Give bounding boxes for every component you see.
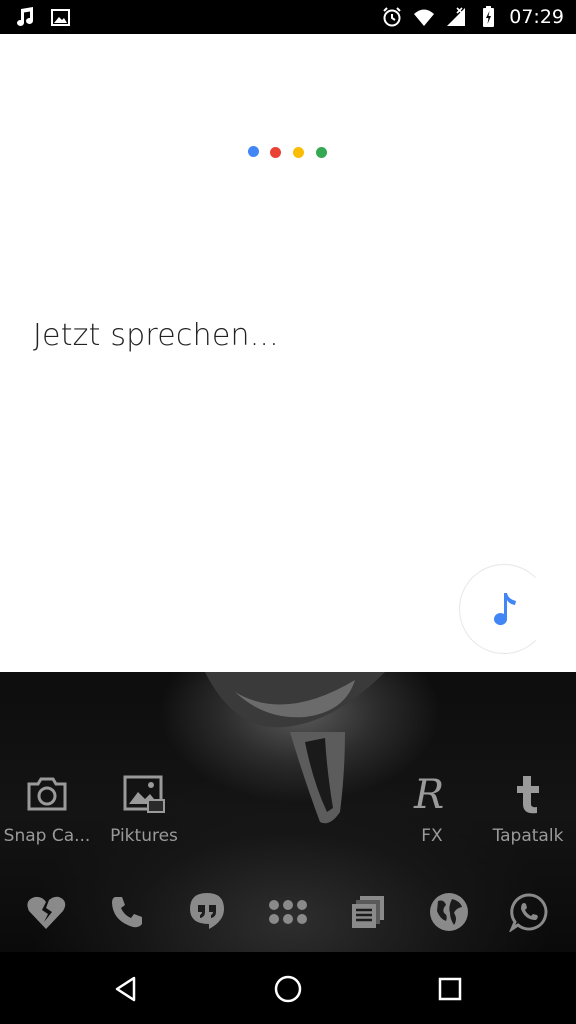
music-note-icon bbox=[14, 5, 36, 29]
speak-now-prompt: Jetzt sprechen... bbox=[33, 318, 279, 353]
recents-icon[interactable] bbox=[433, 972, 467, 1006]
status-bar: 07:29 bbox=[0, 0, 576, 34]
signal-icon bbox=[445, 5, 467, 29]
phone-icon[interactable] bbox=[103, 888, 151, 936]
gallery-icon bbox=[89, 770, 199, 818]
app-label: FX bbox=[421, 826, 443, 846]
home-icon[interactable] bbox=[271, 972, 305, 1006]
indicator-dot-red bbox=[270, 147, 281, 158]
app-drawer-icon[interactable] bbox=[264, 888, 312, 936]
navigation-bar bbox=[0, 952, 576, 1024]
app-label: Tapatalk bbox=[492, 826, 564, 846]
image-icon bbox=[50, 5, 72, 29]
camera-icon bbox=[0, 770, 102, 818]
app-piktures[interactable]: Piktures bbox=[89, 770, 199, 846]
hangouts-icon[interactable] bbox=[183, 888, 231, 936]
clock: 07:29 bbox=[509, 6, 564, 28]
fx-icon: R bbox=[377, 770, 487, 818]
news-icon[interactable] bbox=[344, 888, 392, 936]
app-fx[interactable]: R FX bbox=[377, 770, 487, 846]
music-note-icon bbox=[494, 593, 516, 626]
app-snap-camera[interactable]: Snap Ca... bbox=[0, 770, 102, 846]
indicator-dot-yellow bbox=[293, 147, 304, 158]
back-icon[interactable] bbox=[109, 972, 143, 1006]
wallpaper-mask-image bbox=[195, 672, 395, 832]
tapatalk-icon bbox=[473, 770, 576, 818]
listening-indicator bbox=[248, 146, 332, 158]
alarm-icon bbox=[381, 5, 403, 29]
app-label: Snap Ca... bbox=[3, 826, 91, 846]
battery-icon bbox=[477, 5, 499, 29]
indicator-dot-green bbox=[316, 147, 327, 158]
app-label: Piktures bbox=[110, 826, 178, 846]
music-search-button[interactable] bbox=[459, 564, 549, 654]
globe-icon[interactable] bbox=[425, 888, 473, 936]
app-tapatalk[interactable]: Tapatalk bbox=[473, 770, 576, 846]
indicator-dot-blue bbox=[248, 146, 259, 157]
svg-text:R: R bbox=[413, 772, 444, 816]
whatsapp-icon[interactable] bbox=[505, 888, 553, 936]
dock bbox=[0, 888, 576, 936]
voice-search-panel: Jetzt sprechen... bbox=[0, 34, 576, 672]
wifi-icon bbox=[413, 5, 435, 29]
broken-heart-icon[interactable] bbox=[22, 888, 70, 936]
